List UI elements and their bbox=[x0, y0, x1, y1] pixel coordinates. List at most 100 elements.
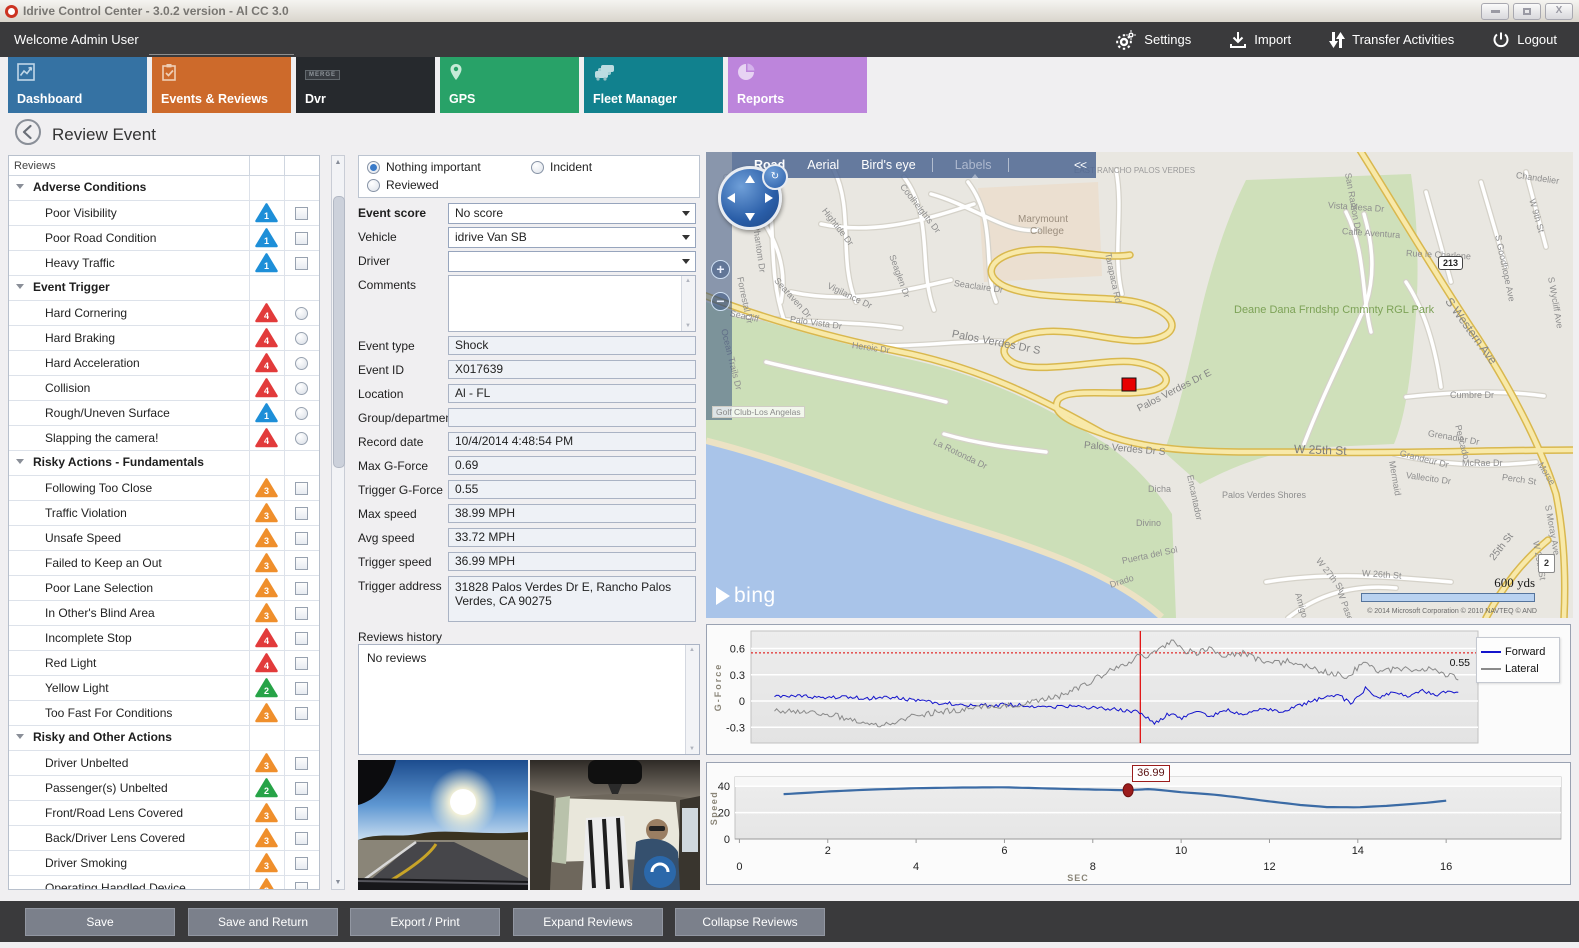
review-item-row[interactable]: Back/Driver Lens Covered3 bbox=[9, 826, 319, 851]
tab-dashboard[interactable]: Dashboard bbox=[8, 57, 147, 113]
save-button[interactable]: Save bbox=[25, 908, 175, 936]
bing-map[interactable]: EAST RANCHO PALOS VERDESMarymountCollege… bbox=[706, 152, 1573, 618]
item-radio[interactable] bbox=[295, 382, 308, 395]
review-item-row[interactable]: Slapping the camera!4 bbox=[9, 426, 319, 451]
map-mode-labels[interactable]: Labels bbox=[955, 158, 992, 172]
item-checkbox[interactable] bbox=[295, 882, 308, 891]
item-checkbox[interactable] bbox=[295, 707, 308, 720]
settings-button[interactable]: Settings bbox=[1115, 30, 1191, 50]
item-checkbox[interactable] bbox=[295, 832, 308, 845]
map-rotate-control[interactable]: ↻ bbox=[762, 164, 788, 190]
pan-down-icon[interactable] bbox=[745, 213, 755, 221]
expand-reviews-button[interactable]: Expand Reviews bbox=[513, 908, 663, 936]
map-mode-aerial[interactable]: Aerial bbox=[807, 158, 839, 172]
zoom-out-icon[interactable]: − bbox=[711, 292, 730, 311]
map-collapse-button[interactable]: << bbox=[1074, 158, 1086, 172]
item-checkbox[interactable] bbox=[295, 257, 308, 270]
review-item-row[interactable]: Hard Cornering4 bbox=[9, 301, 319, 326]
radio-button-icon[interactable] bbox=[367, 161, 380, 174]
item-checkbox[interactable] bbox=[295, 807, 308, 820]
review-item-row[interactable]: Incomplete Stop4 bbox=[9, 626, 319, 651]
tab-fleet-manager[interactable]: Fleet Manager bbox=[584, 57, 723, 113]
item-checkbox[interactable] bbox=[295, 607, 308, 620]
scroll-down-icon[interactable]: ▼ bbox=[332, 876, 344, 889]
status-option[interactable]: Nothing important bbox=[367, 160, 481, 174]
review-item-row[interactable]: Red Light4 bbox=[9, 651, 319, 676]
item-radio[interactable] bbox=[295, 432, 308, 445]
review-item-row[interactable]: Poor Visibility1 bbox=[9, 201, 319, 226]
item-checkbox[interactable] bbox=[295, 857, 308, 870]
review-item-row[interactable]: Heavy Traffic1 bbox=[9, 251, 319, 276]
category-row[interactable]: Adverse Conditions bbox=[9, 176, 319, 201]
review-item-row[interactable]: Traffic Violation3 bbox=[9, 501, 319, 526]
review-item-row[interactable]: Passenger(s) Unbelted2 bbox=[9, 776, 319, 801]
item-checkbox[interactable] bbox=[295, 582, 308, 595]
chevron-down-icon[interactable] bbox=[682, 259, 690, 264]
field-select[interactable] bbox=[448, 251, 696, 272]
pan-up-icon[interactable] bbox=[745, 175, 755, 183]
review-item-row[interactable]: Collision4 bbox=[9, 376, 319, 401]
collapse-reviews-button[interactable]: Collapse Reviews bbox=[675, 908, 825, 936]
item-radio[interactable] bbox=[295, 407, 308, 420]
review-item-row[interactable]: Hard Braking4 bbox=[9, 326, 319, 351]
review-item-row[interactable]: Driver Unbelted3 bbox=[9, 751, 319, 776]
chevron-down-icon[interactable] bbox=[682, 235, 690, 240]
item-checkbox[interactable] bbox=[295, 532, 308, 545]
field-select[interactable]: idrive Van SB bbox=[448, 227, 696, 248]
back-button[interactable] bbox=[14, 118, 42, 151]
item-radio[interactable] bbox=[295, 307, 308, 320]
item-checkbox[interactable] bbox=[295, 632, 308, 645]
radio-button-icon[interactable] bbox=[367, 179, 380, 192]
transfer-button[interactable]: Transfer Activities bbox=[1329, 31, 1454, 49]
category-row[interactable]: Risky Actions - Fundamentals bbox=[9, 451, 319, 476]
item-checkbox[interactable] bbox=[295, 482, 308, 495]
chevron-down-icon[interactable] bbox=[682, 211, 690, 216]
reviews-history-box[interactable]: No reviews bbox=[358, 644, 700, 755]
review-item-row[interactable]: Unsafe Speed3 bbox=[9, 526, 319, 551]
radio-button-icon[interactable] bbox=[531, 161, 544, 174]
import-button[interactable]: Import bbox=[1229, 31, 1291, 49]
pan-left-icon[interactable] bbox=[727, 193, 735, 203]
item-radio[interactable] bbox=[295, 332, 308, 345]
zoom-in-icon[interactable]: + bbox=[711, 260, 730, 279]
item-checkbox[interactable] bbox=[295, 682, 308, 695]
review-item-row[interactable]: Failed to Keep an Out3 bbox=[9, 551, 319, 576]
map-corner-control[interactable]: 2 bbox=[1538, 554, 1555, 573]
category-row[interactable]: Risky and Other Actions bbox=[9, 726, 319, 751]
item-checkbox[interactable] bbox=[295, 757, 308, 770]
map-mode-bird-s-eye[interactable]: Bird's eye bbox=[861, 158, 916, 172]
item-checkbox[interactable] bbox=[295, 207, 308, 220]
item-checkbox[interactable] bbox=[295, 232, 308, 245]
tab-gps[interactable]: GPS bbox=[440, 57, 579, 113]
category-row[interactable]: Event Trigger bbox=[9, 276, 319, 301]
review-item-row[interactable]: In Other's Blind Area3 bbox=[9, 601, 319, 626]
logout-button[interactable]: Logout bbox=[1492, 31, 1557, 49]
item-radio[interactable] bbox=[295, 357, 308, 370]
tab-reports[interactable]: Reports bbox=[728, 57, 867, 113]
review-item-row[interactable]: Rough/Uneven Surface1 bbox=[9, 401, 319, 426]
review-item-row[interactable]: Too Fast For Conditions3 bbox=[9, 701, 319, 726]
save-and-return-button[interactable]: Save and Return bbox=[188, 908, 338, 936]
item-checkbox[interactable] bbox=[295, 507, 308, 520]
review-item-row[interactable]: Hard Acceleration4 bbox=[9, 351, 319, 376]
review-item-row[interactable]: Operating Handled Device3 bbox=[9, 876, 319, 890]
maximize-button[interactable] bbox=[1513, 3, 1541, 20]
review-item-row[interactable]: Poor Road Condition1 bbox=[9, 226, 319, 251]
tab-events-reviews[interactable]: Events & Reviews bbox=[152, 57, 291, 113]
status-option[interactable]: Incident bbox=[531, 160, 592, 174]
review-item-row[interactable]: Driver Smoking3 bbox=[9, 851, 319, 876]
scroll-up-icon[interactable]: ▲ bbox=[332, 156, 344, 169]
reviews-tree[interactable]: ReviewsAdverse ConditionsPoor Visibility… bbox=[8, 155, 320, 890]
item-checkbox[interactable] bbox=[295, 782, 308, 795]
pan-right-icon[interactable] bbox=[765, 193, 773, 203]
history-scrollbar[interactable] bbox=[685, 645, 699, 754]
item-checkbox[interactable] bbox=[295, 657, 308, 670]
comments-textarea[interactable] bbox=[448, 275, 696, 332]
status-option[interactable]: Reviewed bbox=[367, 178, 439, 192]
reviews-scrollbar[interactable]: ▲ ▼ bbox=[331, 155, 345, 890]
scrollbar-thumb[interactable] bbox=[333, 196, 345, 468]
item-checkbox[interactable] bbox=[295, 557, 308, 570]
review-item-row[interactable]: Following Too Close3 bbox=[9, 476, 319, 501]
minimize-button[interactable] bbox=[1481, 3, 1509, 20]
field-select[interactable]: No score bbox=[448, 203, 696, 224]
